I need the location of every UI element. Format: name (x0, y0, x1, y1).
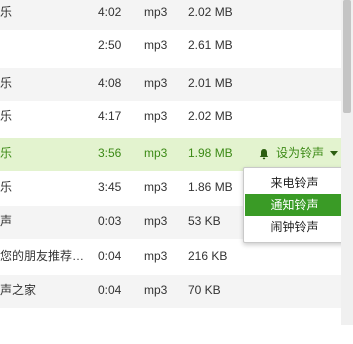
song-size: 1.98 MB (188, 146, 233, 160)
song-size: 1.86 MB (188, 180, 233, 194)
song-name: 乐 (0, 180, 13, 194)
song-size: 2.61 MB (188, 38, 233, 52)
song-duration: 2:50 (98, 38, 122, 52)
table-row[interactable]: 声之家 0:04 mp3 70 KB (0, 275, 341, 308)
vertical-scrollbar[interactable] (341, 0, 353, 325)
song-size: 2.01 MB (188, 76, 233, 90)
song-duration: 4:02 (98, 5, 122, 19)
song-name: 乐 (0, 109, 13, 123)
table-row[interactable]: 乐 4:08 mp3 2.01 MB (0, 68, 341, 101)
song-format: mp3 (144, 214, 168, 228)
set-ringtone-button[interactable]: 设为铃声 (258, 138, 339, 169)
table-row[interactable]: 2:50 mp3 2.61 MB (0, 30, 341, 63)
song-format: mp3 (144, 146, 168, 160)
song-duration: 0:04 (98, 249, 122, 263)
table-row-partial[interactable] (0, 311, 341, 344)
song-size: 70 KB (188, 283, 221, 297)
song-format: mp3 (144, 38, 168, 52)
scrollbar-thumb[interactable] (343, 0, 351, 113)
table-row[interactable]: 您的朋友推荐… 0:04 mp3 216 KB (0, 241, 341, 274)
song-format: mp3 (144, 5, 168, 19)
song-name: 声之家 (0, 283, 37, 297)
table-row[interactable]: 乐 4:17 mp3 2.02 MB (0, 101, 341, 134)
song-size: 2.02 MB (188, 5, 233, 19)
menu-item-alarm-ringtone[interactable]: 闹钟铃声 (245, 216, 344, 238)
menu-item-call-ringtone[interactable]: 来电铃声 (245, 172, 344, 194)
song-size: 216 KB (188, 249, 228, 263)
menu-item-notification-ringtone[interactable]: 通知铃声 (245, 194, 344, 216)
song-format: mp3 (144, 249, 168, 263)
song-duration: 3:45 (98, 180, 122, 194)
chevron-down-icon (330, 151, 339, 156)
set-ringtone-label: 设为铃声 (276, 146, 325, 160)
bell-icon (259, 148, 269, 159)
ringtone-type-menu: 来电铃声 通知铃声 闹钟铃声 (243, 167, 346, 243)
song-name: 您的朋友推荐… (0, 249, 85, 263)
song-name: 乐 (0, 76, 13, 90)
song-duration: 3:56 (98, 146, 122, 160)
song-duration: 4:17 (98, 109, 122, 123)
song-name: 乐 (0, 146, 13, 160)
song-format: mp3 (144, 76, 168, 90)
table-row[interactable]: 乐 4:02 mp3 2.02 MB (0, 0, 341, 30)
song-duration: 0:04 (98, 283, 122, 297)
song-format: mp3 (144, 109, 168, 123)
song-format: mp3 (144, 283, 168, 297)
song-size: 2.02 MB (188, 109, 233, 123)
song-format: mp3 (144, 180, 168, 194)
song-duration: 4:08 (98, 76, 122, 90)
song-name: 乐 (0, 5, 13, 19)
song-name: 声 (0, 214, 13, 228)
song-duration: 0:03 (98, 214, 122, 228)
song-size: 53 KB (188, 214, 221, 228)
